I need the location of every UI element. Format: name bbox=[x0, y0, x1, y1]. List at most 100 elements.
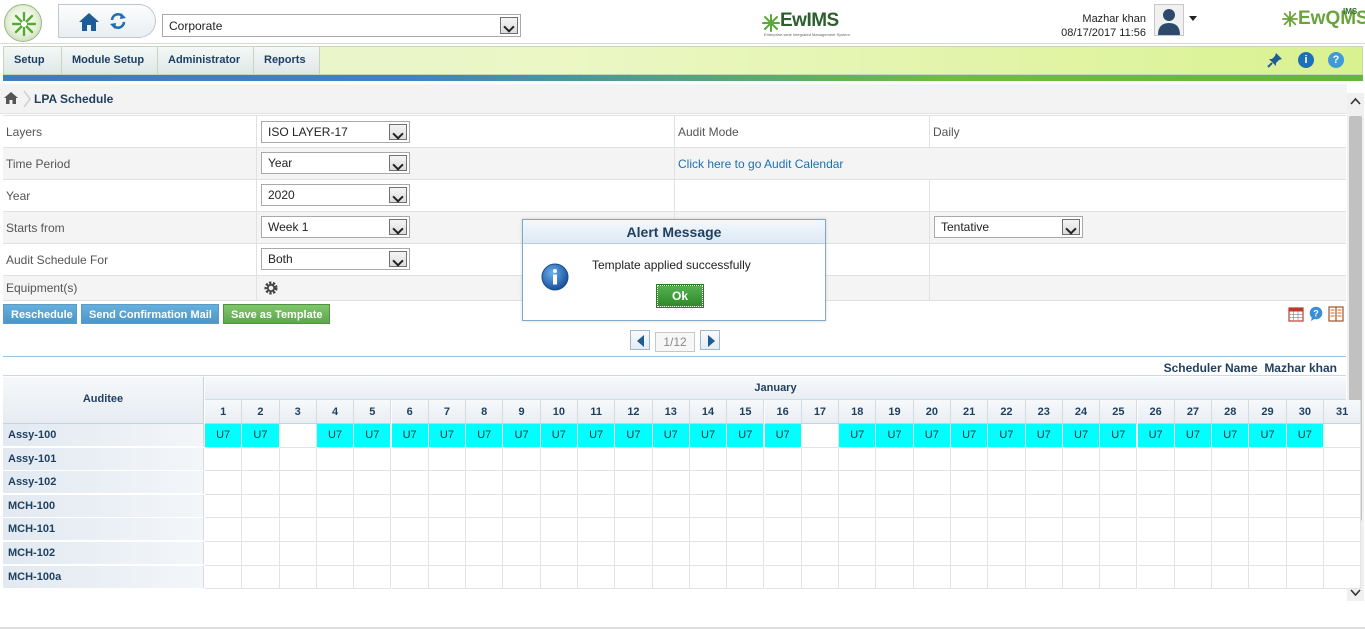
schedule-cell[interactable] bbox=[503, 565, 541, 590]
schedule-cell[interactable] bbox=[1249, 542, 1287, 566]
schedule-cell[interactable] bbox=[466, 447, 504, 472]
schedule-cell[interactable] bbox=[1137, 542, 1175, 566]
schedule-cell[interactable] bbox=[428, 518, 467, 542]
schedule-cell[interactable] bbox=[205, 494, 243, 519]
schedule-cell[interactable] bbox=[839, 471, 877, 495]
schedule-cell[interactable] bbox=[578, 542, 616, 566]
schedule-cell[interactable] bbox=[988, 471, 1026, 495]
schedule-cell[interactable] bbox=[689, 565, 728, 590]
info-icon[interactable]: i bbox=[1298, 52, 1314, 68]
schedule-cell[interactable] bbox=[1286, 447, 1324, 472]
schedule-cell[interactable] bbox=[1025, 565, 1063, 590]
schedule-cell[interactable] bbox=[1324, 542, 1362, 566]
schedule-cell[interactable] bbox=[689, 471, 728, 495]
schedule-cell[interactable] bbox=[316, 565, 355, 590]
schedule-cell[interactable] bbox=[988, 542, 1026, 566]
schedule-cell[interactable] bbox=[913, 471, 951, 495]
schedule-cell[interactable] bbox=[1137, 471, 1175, 495]
schedule-cell[interactable] bbox=[1249, 565, 1287, 590]
schedule-cell[interactable] bbox=[503, 447, 541, 472]
home-icon[interactable] bbox=[78, 11, 100, 33]
schedule-cell[interactable] bbox=[316, 494, 355, 519]
schedule-cell[interactable]: U7 bbox=[727, 424, 765, 448]
schedule-cell[interactable] bbox=[1100, 542, 1138, 566]
schedule-cell[interactable] bbox=[951, 471, 989, 495]
schedule-cell[interactable]: U7 bbox=[1174, 424, 1213, 448]
schedule-cell[interactable] bbox=[578, 494, 616, 519]
schedule-cell[interactable] bbox=[764, 471, 802, 495]
schedule-cell[interactable] bbox=[988, 494, 1026, 519]
schedule-cell[interactable] bbox=[988, 518, 1026, 542]
schedule-cell[interactable] bbox=[876, 447, 914, 472]
schedule-cell[interactable] bbox=[876, 518, 914, 542]
schedule-cell[interactable] bbox=[578, 471, 616, 495]
schedule-cell[interactable] bbox=[1137, 518, 1175, 542]
schedule-cell[interactable] bbox=[1286, 494, 1324, 519]
schedule-cell[interactable]: U7 bbox=[839, 424, 877, 448]
schedule-cell[interactable] bbox=[428, 542, 467, 566]
schedule-cell[interactable] bbox=[1212, 542, 1250, 566]
schedule-cell[interactable] bbox=[316, 471, 355, 495]
schedule-cell[interactable] bbox=[839, 542, 877, 566]
schedule-cell[interactable] bbox=[913, 447, 951, 472]
schedule-cell[interactable] bbox=[801, 542, 840, 566]
schedule-cell[interactable] bbox=[1324, 494, 1362, 519]
schedule-cell[interactable] bbox=[615, 447, 653, 472]
schedule-cell[interactable] bbox=[205, 565, 243, 590]
schedule-cell[interactable] bbox=[279, 424, 317, 448]
schedule-cell[interactable] bbox=[913, 494, 951, 519]
schedule-cell[interactable] bbox=[466, 518, 504, 542]
menu-setup[interactable]: Setup bbox=[4, 47, 62, 74]
schedule-cell[interactable] bbox=[466, 542, 504, 566]
schedule-cell[interactable] bbox=[428, 447, 467, 472]
schedule-cell[interactable] bbox=[540, 447, 578, 472]
schedule-cell[interactable] bbox=[1286, 565, 1324, 590]
schedule-cell[interactable] bbox=[839, 447, 877, 472]
schedule-cell[interactable] bbox=[1249, 471, 1287, 495]
schedule-cell[interactable] bbox=[391, 565, 429, 590]
schedule-cell[interactable] bbox=[354, 518, 392, 542]
schedule-cell[interactable] bbox=[876, 542, 914, 566]
schedule-cell[interactable] bbox=[540, 565, 578, 590]
schedule-cell[interactable] bbox=[1174, 471, 1213, 495]
schedule-cell[interactable] bbox=[1324, 471, 1362, 495]
schedule-cell[interactable] bbox=[764, 494, 802, 519]
schedule-cell[interactable] bbox=[1137, 494, 1175, 519]
schedule-cell[interactable] bbox=[652, 542, 690, 566]
schedule-cell[interactable] bbox=[391, 518, 429, 542]
schedule-cell[interactable] bbox=[801, 518, 840, 542]
schedule-cell[interactable] bbox=[279, 542, 317, 566]
schedule-cell[interactable] bbox=[391, 494, 429, 519]
schedule-cell[interactable]: U7 bbox=[951, 424, 989, 448]
schedule-cell[interactable] bbox=[1174, 542, 1213, 566]
schedule-cell[interactable] bbox=[242, 565, 280, 590]
schedule-cell[interactable]: U7 bbox=[1062, 424, 1101, 448]
help-bubble-icon[interactable]: ? bbox=[1308, 306, 1324, 322]
schedule-cell[interactable] bbox=[764, 542, 802, 566]
column-layout-icon[interactable] bbox=[1328, 306, 1344, 322]
schedule-cell[interactable] bbox=[839, 494, 877, 519]
schedule-cell[interactable] bbox=[1286, 542, 1324, 566]
schedule-cell[interactable] bbox=[503, 494, 541, 519]
schedule-cell[interactable] bbox=[764, 565, 802, 590]
schedule-for-select[interactable]: Both bbox=[261, 248, 410, 270]
help-icon[interactable]: ? bbox=[1328, 52, 1344, 68]
schedule-cell[interactable]: U7 bbox=[1025, 424, 1063, 448]
schedule-cell[interactable] bbox=[988, 447, 1026, 472]
schedule-cell[interactable] bbox=[801, 424, 840, 448]
schedule-cell[interactable] bbox=[1324, 424, 1362, 448]
schedule-cell[interactable] bbox=[540, 471, 578, 495]
schedule-cell[interactable] bbox=[279, 447, 317, 472]
schedule-cell[interactable] bbox=[1324, 565, 1362, 590]
schedule-cell[interactable] bbox=[1025, 518, 1063, 542]
schedule-cell[interactable]: U7 bbox=[988, 424, 1026, 448]
schedule-cell[interactable] bbox=[839, 518, 877, 542]
schedule-cell[interactable] bbox=[391, 542, 429, 566]
schedule-cell[interactable] bbox=[764, 518, 802, 542]
schedule-cell[interactable] bbox=[391, 447, 429, 472]
schedule-cell[interactable] bbox=[652, 518, 690, 542]
schedule-cell[interactable] bbox=[652, 565, 690, 590]
schedule-cell[interactable] bbox=[503, 471, 541, 495]
schedule-cell[interactable] bbox=[391, 471, 429, 495]
schedule-cell[interactable] bbox=[354, 542, 392, 566]
